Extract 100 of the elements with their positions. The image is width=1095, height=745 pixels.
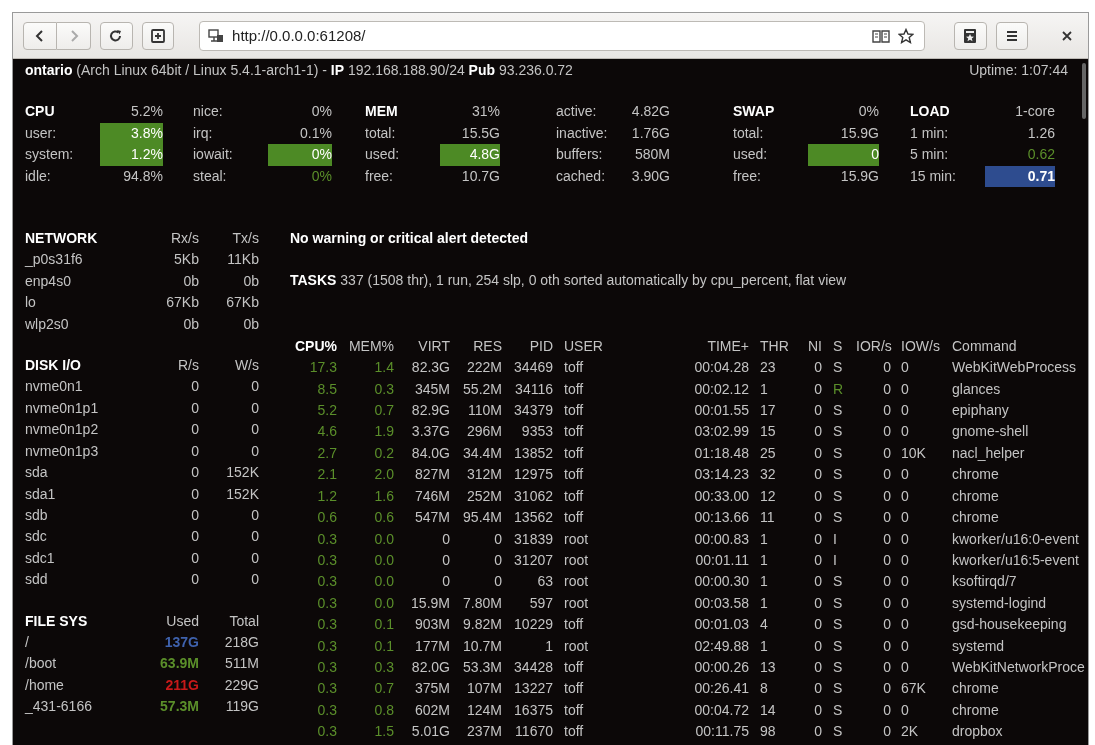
- stat-value: 0%: [310, 102, 332, 122]
- table-cell-text: 00:03.58: [693, 593, 749, 613]
- table-cell-text: 11: [759, 508, 776, 528]
- table-cell-text: 00:33.00: [693, 486, 749, 506]
- column-header[interactable]: TIME+: [690, 335, 749, 358]
- plus-square-icon: [149, 27, 166, 44]
- table-cell-text: 0: [813, 593, 822, 613]
- table-cell-text: 13227: [513, 679, 553, 699]
- column-header[interactable]: S: [822, 335, 856, 358]
- column-header[interactable]: CPU%: [290, 335, 337, 358]
- table-cell-text: 0: [813, 443, 822, 463]
- table-cell-text: 0.2: [373, 443, 394, 463]
- table-cell-text: 0: [900, 615, 910, 635]
- table-cell-text: 03:14.23: [693, 465, 749, 485]
- column-header[interactable]: IOW/s: [891, 335, 952, 358]
- table-cell-text: 95.4M: [462, 508, 502, 528]
- table-cell-text: 00:04.72: [693, 700, 749, 720]
- reload-button[interactable]: [100, 21, 133, 50]
- close-icon: [1061, 30, 1072, 41]
- table-cell-text: 13852: [513, 443, 553, 463]
- table-cell-text: 0: [493, 529, 502, 549]
- table-cell-text: 0: [813, 465, 822, 485]
- bookmarks-button[interactable]: [954, 21, 987, 50]
- table-cell-text: 0.3: [316, 679, 337, 699]
- table-cell-text: 0: [190, 398, 199, 418]
- table-cell-text: S: [832, 465, 844, 485]
- table-cell-text: 602M: [413, 700, 450, 720]
- table-cell-text: 0: [250, 398, 259, 418]
- column-header[interactable]: NI: [790, 335, 822, 358]
- table-cell-text: 67Kb: [225, 293, 259, 313]
- table-cell-text: 110M: [467, 401, 502, 421]
- column-header[interactable]: USER: [553, 335, 690, 358]
- menu-button[interactable]: [995, 21, 1029, 50]
- table-cell-text: 746M: [413, 486, 450, 506]
- table-cell-text: 0.3: [316, 550, 337, 570]
- column-header[interactable]: RES: [450, 335, 502, 358]
- table-cell-text: 0.3: [373, 379, 394, 399]
- table-cell-text: 14: [759, 700, 777, 720]
- scrollbar-thumb[interactable]: [1082, 63, 1086, 119]
- table-cell-text: 0: [250, 505, 259, 525]
- table-cell-text: 0: [882, 465, 891, 485]
- table-cell-text: toff: [563, 722, 585, 742]
- table-cell-text: 5.01G: [410, 722, 450, 742]
- table-cell-text: 17: [759, 401, 777, 421]
- stat-value: 580M: [633, 145, 670, 165]
- table-cell-text: /home: [25, 675, 65, 695]
- table-cell-text: 0: [882, 700, 891, 720]
- table-cell-text: 0: [813, 636, 822, 656]
- column-header[interactable]: IOR/s: [856, 335, 891, 358]
- column-header[interactable]: MEM%: [337, 335, 394, 358]
- table-cell-text: 375M: [413, 679, 450, 699]
- table-cell-text: 0.7: [373, 679, 394, 699]
- column-header[interactable]: PID: [502, 335, 553, 358]
- table-cell-text: 00:00.83: [693, 529, 749, 549]
- new-tab-button[interactable]: [141, 21, 175, 50]
- table-cell-text: 0: [190, 548, 199, 568]
- table-cell-text: nvme0n1p1: [25, 398, 100, 418]
- stat-value: 15.9G: [839, 123, 879, 143]
- table-cell-text: 0.3: [316, 722, 337, 742]
- stat-value: 1.76G: [631, 123, 670, 143]
- table-cell-text: root: [563, 636, 590, 656]
- table-cell-text: 0: [250, 441, 259, 461]
- table-cell-text: 0: [882, 657, 891, 677]
- back-button[interactable]: [23, 21, 57, 50]
- table-cell-text: 12: [759, 486, 777, 506]
- table-cell-text: 0.6: [316, 508, 337, 528]
- table-cell-text: 0: [882, 443, 891, 463]
- column-header[interactable]: VIRT: [394, 335, 450, 358]
- table-cell-text: 01:18.48: [693, 443, 749, 463]
- table-cell-text: 229G: [223, 675, 259, 695]
- table-cell-text: 10229: [513, 615, 553, 635]
- stat-label: user:: [25, 123, 58, 143]
- stat-value: 5.2%: [130, 102, 163, 122]
- table-cell-text: 23: [759, 358, 777, 378]
- column-header[interactable]: THR: [749, 335, 790, 358]
- table-cell-text: /: [25, 632, 30, 652]
- table-cell-text: 11Kb: [226, 250, 259, 270]
- stat-label: steal:: [193, 166, 228, 186]
- stat-value: 10.7G: [460, 166, 500, 186]
- table-cell-text: 00:01.55: [693, 401, 749, 421]
- table-cell-text: ksoftirqd/7: [952, 572, 1018, 592]
- reader-mode-icon[interactable]: [872, 28, 891, 43]
- star-icon[interactable]: [898, 27, 915, 44]
- table-cell-text: 547M: [413, 508, 450, 528]
- stat-value: 0%: [310, 166, 332, 186]
- table-cell-text: systemd: [952, 636, 1006, 656]
- table-cell-text: 0b: [182, 314, 199, 334]
- table-cell-text: 31062: [513, 486, 553, 506]
- table-cell-text: I: [832, 529, 838, 549]
- table-cell-text: toff: [563, 422, 585, 442]
- table-cell-text: 1: [759, 529, 769, 549]
- table-cell-text: R: [832, 379, 845, 399]
- table-cell-text: nvme0n1p3: [25, 441, 100, 461]
- column-header[interactable]: Command: [952, 335, 1088, 358]
- table-cell-text: 0.3: [316, 572, 337, 592]
- table-cell-text: S: [832, 443, 844, 463]
- table-cell-text: 67K: [900, 679, 927, 699]
- address-bar[interactable]: http://0.0.0.0:61208/: [199, 20, 926, 51]
- table-cell-text: 32: [759, 465, 777, 485]
- table-cell-text: 0: [190, 420, 199, 440]
